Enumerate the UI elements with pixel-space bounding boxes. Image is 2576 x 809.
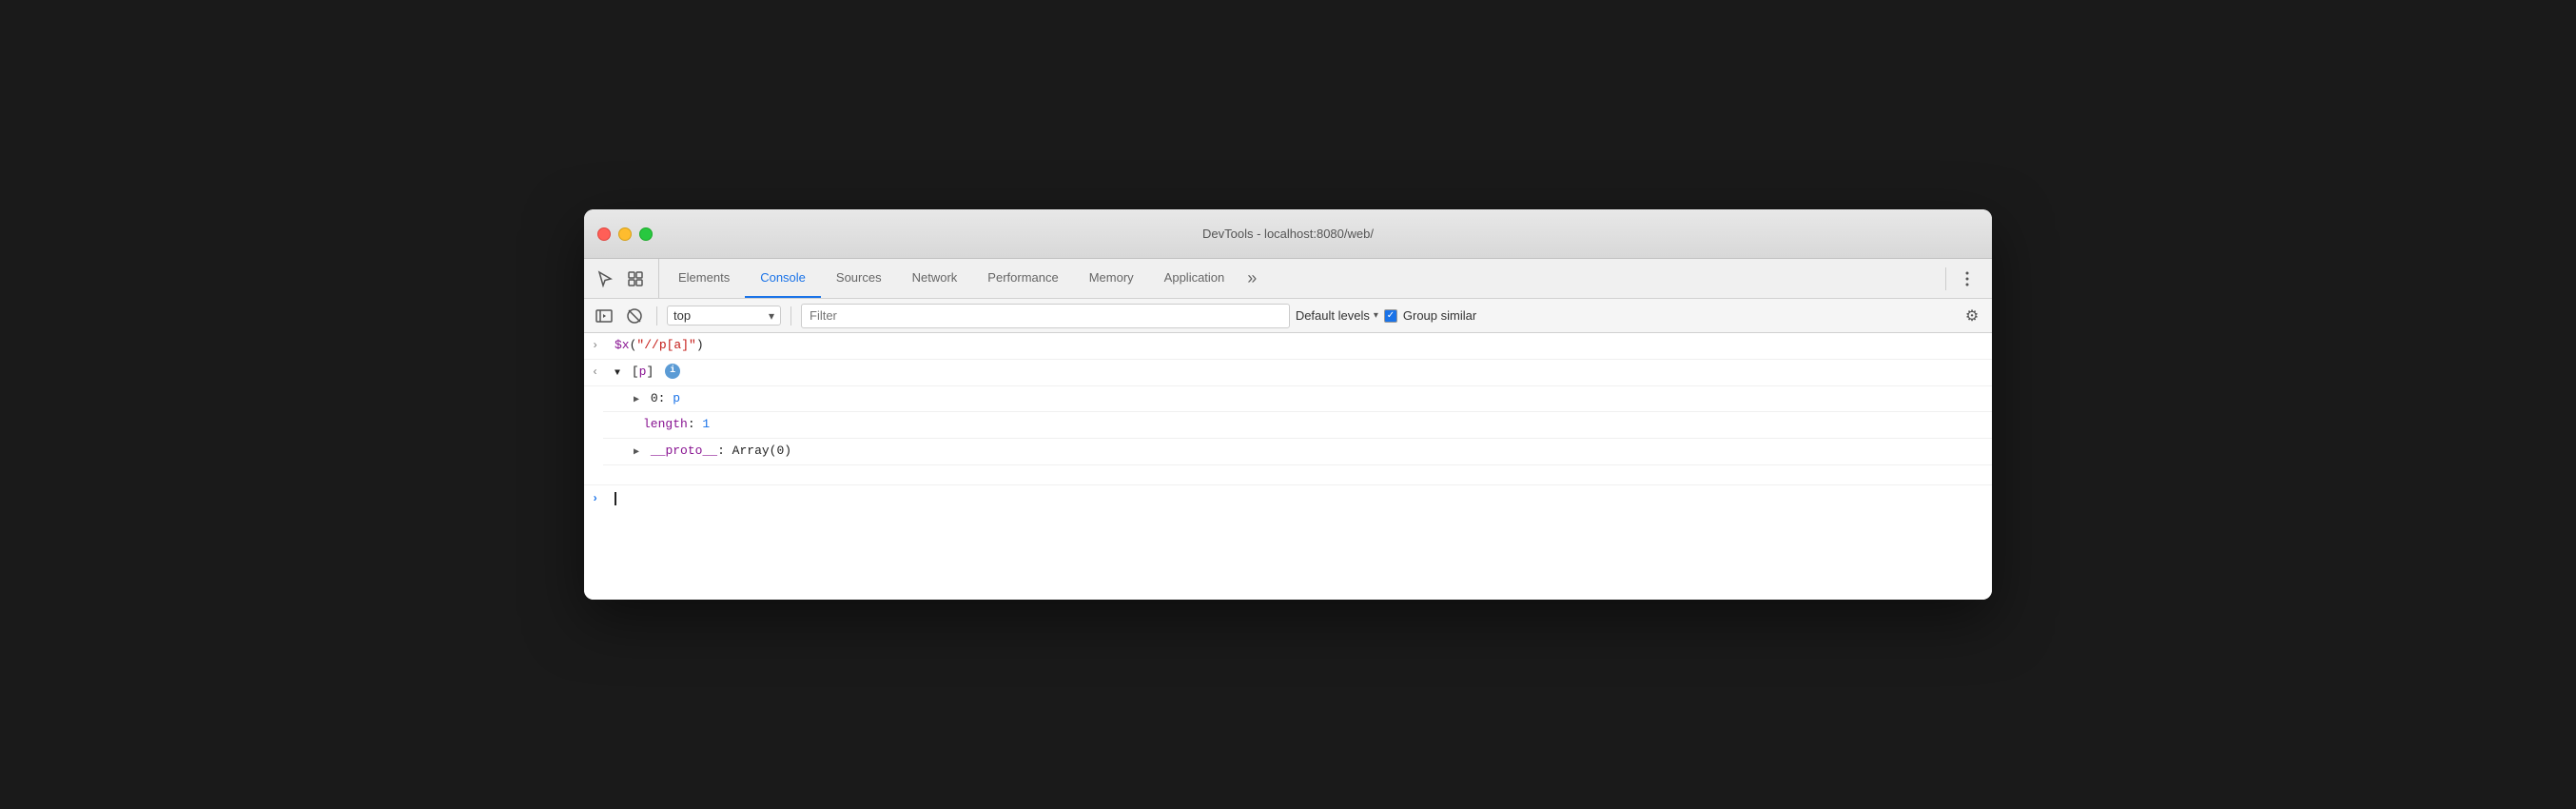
gear-icon: ⚙: [1965, 306, 1979, 326]
console-input-text: $x("//p[a]"): [615, 336, 1984, 356]
chevron-down-icon: ▾: [769, 309, 774, 323]
output-prefix: ‹: [592, 363, 607, 382]
titlebar: DevTools - localhost:8080/web/: [584, 209, 1992, 259]
console-proto-content: ▶ __proto__: Array(0): [634, 442, 1984, 462]
close-button[interactable]: [597, 227, 611, 241]
expand-item-0-icon[interactable]: ▶: [634, 395, 639, 405]
console-output: › $x("//p[a]") ‹ ▼ [p] i ▶ 0: p length: …: [584, 333, 1992, 600]
group-similar-label: Group similar: [1403, 308, 1476, 323]
levels-button[interactable]: Default levels ▾: [1296, 308, 1378, 323]
group-similar-checkbox[interactable]: ✓: [1384, 309, 1397, 323]
tab-performance[interactable]: Performance: [972, 259, 1073, 298]
expand-triangle-icon[interactable]: ▼: [615, 368, 620, 379]
layers-icon[interactable]: [622, 266, 649, 292]
tab-elements[interactable]: Elements: [663, 259, 745, 298]
tab-memory[interactable]: Memory: [1074, 259, 1149, 298]
console-output-array-line: ‹ ▼ [p] i: [584, 360, 1992, 386]
tabbar-right: [1945, 259, 1992, 298]
input-prefix: ›: [592, 336, 607, 355]
console-input-line: › $x("//p[a]"): [584, 333, 1992, 360]
text-cursor: [615, 492, 616, 505]
maximize-button[interactable]: [639, 227, 653, 241]
console-length-property: length: 1: [603, 412, 1992, 439]
toolbar-separator-2: [790, 306, 791, 326]
traffic-lights: [597, 227, 653, 241]
cursor-icon[interactable]: [592, 266, 618, 292]
tab-sources[interactable]: Sources: [821, 259, 897, 298]
tabbar: Elements Console Sources Network Perform…: [584, 259, 1992, 299]
filter-input[interactable]: [801, 304, 1290, 328]
minimize-button[interactable]: [618, 227, 632, 241]
divider: [1945, 267, 1946, 290]
settings-gear-button[interactable]: ⚙: [1960, 304, 1984, 328]
toolbar-separator: [656, 306, 657, 326]
tab-network[interactable]: Network: [897, 259, 973, 298]
clear-console-button[interactable]: [622, 304, 647, 328]
console-output-array: ▼ [p] i: [615, 363, 1984, 383]
sidebar-toggle-button[interactable]: [592, 304, 616, 328]
cursor-prefix: ›: [592, 489, 607, 508]
tabbar-icons: [592, 259, 659, 298]
context-label: top: [673, 308, 765, 323]
settings-dots-icon[interactable]: [1954, 266, 1981, 292]
window-title: DevTools - localhost:8080/web/: [1202, 227, 1374, 241]
tab-console[interactable]: Console: [745, 259, 821, 298]
levels-label: Default levels: [1296, 308, 1370, 323]
devtools-window: DevTools - localhost:8080/web/ Elements: [584, 209, 1992, 600]
expand-proto-icon[interactable]: ▶: [634, 447, 639, 458]
context-select[interactable]: top ▾: [667, 306, 781, 326]
checkmark-icon: ✓: [1387, 310, 1395, 321]
console-spacer: [584, 465, 1992, 484]
console-item-0: ▶ 0: p: [603, 386, 1992, 413]
console-item-0-content: ▶ 0: p: [634, 389, 1984, 409]
tab-application[interactable]: Application: [1149, 259, 1240, 298]
levels-arrow-icon: ▾: [1374, 310, 1378, 321]
more-tabs-button[interactable]: »: [1239, 259, 1264, 298]
console-toolbar: top ▾ Default levels ▾ ✓ Group similar ⚙: [584, 299, 1992, 333]
console-length-content: length: 1: [643, 415, 1984, 435]
console-cursor-line[interactable]: ›: [584, 484, 1992, 513]
console-proto-property: ▶ __proto__: Array(0): [603, 439, 1992, 465]
info-badge: i: [665, 364, 680, 379]
cursor-text[interactable]: [615, 489, 616, 509]
